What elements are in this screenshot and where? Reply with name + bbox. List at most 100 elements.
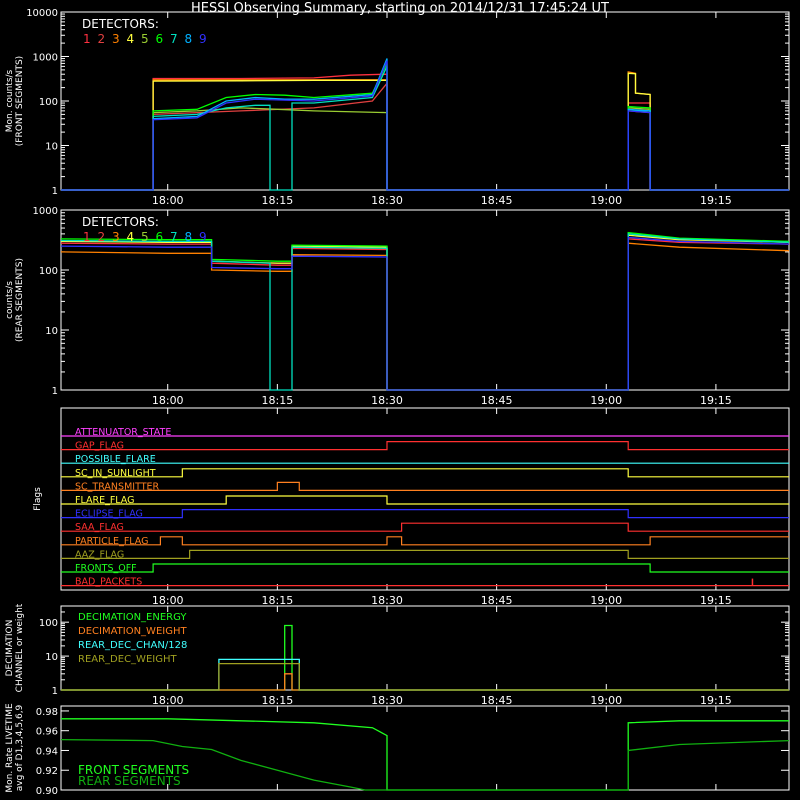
legend-detector-1: 1 xyxy=(83,32,91,46)
legend-detector-4: 4 xyxy=(127,230,135,244)
panel-1: 18:00 18:15 18:30 18:45 19:00 19:15 Mon. count… xyxy=(5,8,790,207)
y-axis-label: (FRONT SEGMENTS) xyxy=(15,56,25,146)
flag-line-particle-flag xyxy=(61,536,789,546)
series-line-7 xyxy=(61,66,789,191)
y-tick-label: 0.90 xyxy=(36,786,58,797)
legend-detector-8: 8 xyxy=(185,230,193,244)
x-tick-label: 18:30 xyxy=(371,594,403,607)
y-tick-label: 1000 xyxy=(33,53,58,64)
series-line-2 xyxy=(61,81,789,191)
flag-line-flare-flag xyxy=(61,495,789,505)
legend-item: DECIMATION_ENERGY xyxy=(78,612,187,623)
panel-flags: 18:00 18:15 18:30 18:45 19:00 19:15FlagsATTEN… xyxy=(33,407,790,607)
x-tick-label: 19:15 xyxy=(700,594,732,607)
x-tick-label: 18:45 xyxy=(481,194,513,207)
y-tick-label: 0.98 xyxy=(36,707,58,718)
x-tick-label: 18:15 xyxy=(262,394,294,407)
x-tick-label: 19:00 xyxy=(590,194,622,207)
observing-summary-plot: 18:00 18:15 18:30 18:45 19:00 19:15 Mon. count… xyxy=(5,8,790,797)
legend-detector-5: 5 xyxy=(141,230,149,244)
x-tick-label: 18:15 xyxy=(262,594,294,607)
x-tick-label: 18:00 xyxy=(152,694,184,707)
y-axis-label: DECIMATION xyxy=(5,620,15,677)
y-tick-label: 1 xyxy=(52,686,58,697)
legend-item: REAR_DEC_CHAN/128 xyxy=(78,640,187,651)
legend-detector-6: 6 xyxy=(156,32,164,46)
series-line-5 xyxy=(61,107,789,191)
y-axis-label: counts/s xyxy=(5,281,15,319)
panel-5: Mon. Rate LIVETIME avg of D1,3,4,5,6,9 0.9… xyxy=(5,703,790,797)
legend-detector-3: 3 xyxy=(112,230,120,244)
y-tick-label: 100 xyxy=(39,618,58,629)
legend-detector-6: 6 xyxy=(156,230,164,244)
series-line-3 xyxy=(60,242,790,391)
flag-line-sc-in-sunlight xyxy=(61,468,789,478)
series-line-rear-dec-weight xyxy=(61,662,789,691)
series-line-1 xyxy=(60,238,790,391)
series-line-6 xyxy=(60,231,790,391)
y-tick-label: 1 xyxy=(52,386,58,397)
legend-item: REAR_DEC_WEIGHT xyxy=(78,654,177,665)
y-tick-label: 100 xyxy=(39,97,58,108)
y-tick-label: 100 xyxy=(39,266,58,277)
flag-line-gap-flag xyxy=(61,441,789,451)
series-line-4 xyxy=(60,234,790,391)
legend-title: DETECTORS: xyxy=(82,215,159,229)
y-axis-label: Mon. Rate LIVETIME xyxy=(5,703,15,793)
legend-detector-4: 4 xyxy=(127,32,135,46)
flag-line-fronts-off xyxy=(61,563,789,573)
series-line-7 xyxy=(60,233,790,391)
x-tick-label: 19:00 xyxy=(590,594,622,607)
legend-detector-5: 5 xyxy=(141,32,149,46)
page-title: HESSI Observing Summary, starting on 201… xyxy=(191,1,609,16)
y-axis-label: Flags xyxy=(33,487,43,511)
y-tick-label: 1000 xyxy=(33,206,58,217)
legend-detector-2: 2 xyxy=(98,32,106,46)
x-tick-label: 18:30 xyxy=(371,694,403,707)
x-tick-label: 19:15 xyxy=(700,694,732,707)
y-tick-label: 10 xyxy=(45,652,58,663)
x-tick-label: 18:15 xyxy=(262,694,294,707)
x-tick-label: 18:00 xyxy=(152,194,184,207)
y-axis-label: Mon. counts/s xyxy=(5,69,15,132)
legend-item: DECIMATION_WEIGHT xyxy=(78,626,187,637)
y-axis-label: CHANNEL or weight xyxy=(15,603,25,692)
legend-detector-3: 3 xyxy=(112,32,120,46)
panel-2: 18:00 18:15 18:30 18:45 19:00 19:15 counts/s (R… xyxy=(5,206,790,407)
flag-line-sc-transmitter xyxy=(61,481,789,491)
series-line-1 xyxy=(61,73,789,191)
series-line-6 xyxy=(61,63,789,191)
y-tick-label: 0.92 xyxy=(36,766,58,777)
panel-4: 18:00 18:15 18:30 18:45 19:00 19:15 DECIMATION… xyxy=(5,603,790,707)
legend-detector-2: 2 xyxy=(98,230,106,244)
x-tick-label: 18:45 xyxy=(481,694,513,707)
x-tick-label: 18:45 xyxy=(481,594,513,607)
x-tick-label: 18:45 xyxy=(481,394,513,407)
y-axis-label: avg of D1,3,4,5,6,9 xyxy=(15,704,25,791)
legend-item: REAR SEGMENTS xyxy=(78,774,181,788)
y-tick-label: 1 xyxy=(52,186,58,197)
legend-detector-9: 9 xyxy=(199,32,207,46)
x-tick-label: 18:00 xyxy=(152,394,184,407)
series-line-3 xyxy=(61,71,789,191)
legend-detector-9: 9 xyxy=(199,230,207,244)
series-line-4 xyxy=(61,72,789,191)
y-tick-label: 0.96 xyxy=(36,727,58,738)
legend-detector-7: 7 xyxy=(170,32,178,46)
flag-line-saa-flag xyxy=(61,522,789,532)
x-tick-label: 18:00 xyxy=(152,594,184,607)
x-tick-label: 19:15 xyxy=(700,394,732,407)
y-tick-label: 10 xyxy=(45,326,58,337)
series-line-9 xyxy=(60,236,790,391)
flag-line-eclipse-flag xyxy=(61,509,789,519)
x-tick-label: 18:15 xyxy=(262,194,294,207)
y-axis-label: (REAR SEGMENTS) xyxy=(15,258,25,342)
legend-title: DETECTORS: xyxy=(82,17,159,31)
legend-detector-8: 8 xyxy=(185,32,193,46)
x-tick-label: 19:00 xyxy=(590,394,622,407)
legend-detector-1: 1 xyxy=(83,230,91,244)
x-tick-label: 18:30 xyxy=(371,194,403,207)
y-tick-label: 10 xyxy=(45,142,58,153)
flag-line-aaz-flag xyxy=(61,549,789,560)
y-tick-label: 0.94 xyxy=(36,746,58,757)
